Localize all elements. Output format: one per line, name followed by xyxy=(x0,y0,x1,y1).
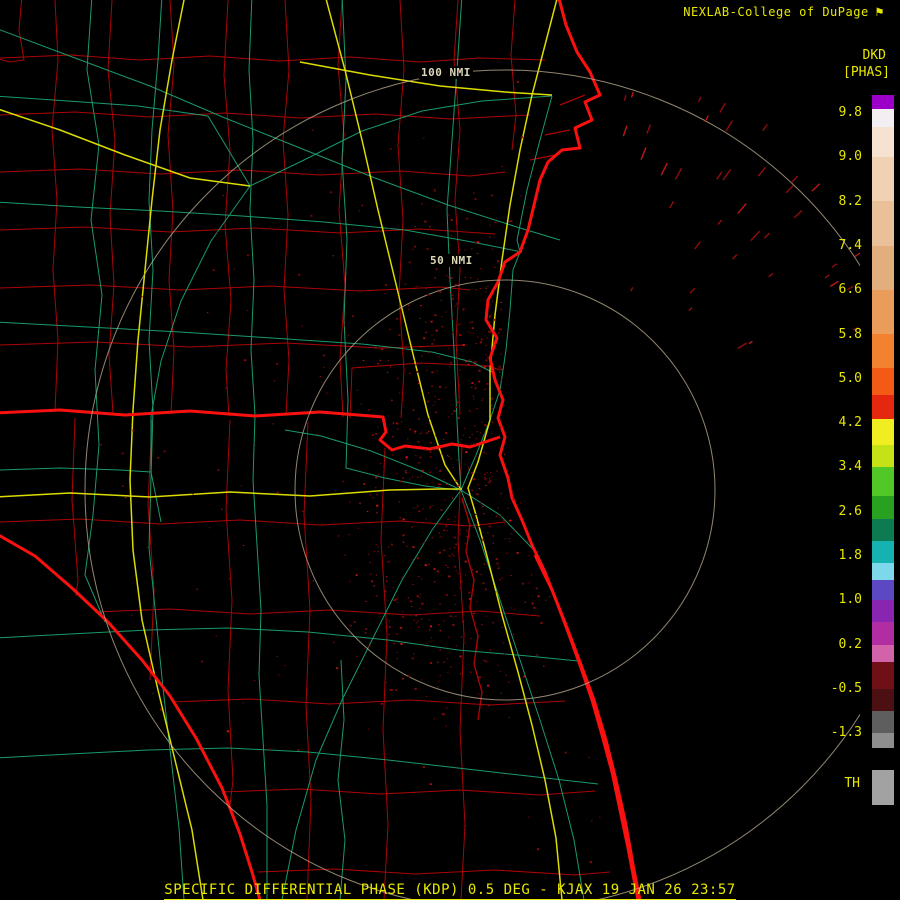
colorbar-segment xyxy=(872,711,894,733)
colorbar-segment xyxy=(872,645,894,662)
cod-logo-icon: ⚑ xyxy=(875,4,884,20)
colorbar-segment xyxy=(872,109,894,127)
colorbar-segment xyxy=(872,445,894,467)
brand-text: NEXLAB-College of DuPage xyxy=(683,5,869,19)
colorbar-segment xyxy=(872,246,894,290)
colorbar-segment xyxy=(872,541,894,563)
colorbar-segment xyxy=(872,395,894,419)
range-ring-label-100: 100 NMI xyxy=(419,66,473,79)
colorbar-segments xyxy=(872,95,894,805)
colorbar-segment xyxy=(872,600,894,622)
radar-map xyxy=(0,0,900,900)
colorbar-segment xyxy=(872,563,894,580)
county-boundaries xyxy=(0,0,610,900)
range-ring-label-50: 50 NMI xyxy=(428,254,475,267)
gulf-coastline xyxy=(0,533,260,900)
colorbar xyxy=(872,95,894,805)
product-caption-text: SPECIFIC DIFFERENTIAL PHASE (KDP) 0.5 DE… xyxy=(164,882,736,900)
colorbar-tick-label: 9.0 xyxy=(838,149,862,165)
colorbar-tick-label: 1.8 xyxy=(838,548,862,563)
colorbar-segment xyxy=(872,770,894,805)
colorbar-segment xyxy=(872,290,894,334)
colorbar-segment xyxy=(872,519,894,541)
colorbar-segment xyxy=(872,157,894,201)
colorbar-segment xyxy=(872,580,894,600)
colorbar-segment xyxy=(872,127,894,157)
colorbar-tick-label: 3.4 xyxy=(838,459,862,475)
colorbar-tick-label: -1.3 xyxy=(830,725,862,741)
colorbar-segment xyxy=(872,733,894,748)
colorbar-tick-label: 8.2 xyxy=(838,193,862,209)
state-border-and-coastline xyxy=(0,0,640,900)
colorbar-segment xyxy=(872,622,894,645)
product-code-label: DKD xyxy=(862,48,886,63)
colorbar-tick-label: 7.4 xyxy=(838,237,862,253)
header: NEXLAB-College of DuPage ⚑ xyxy=(683,5,884,19)
radar-viewer: 50 NMI 100 NMI NEXLAB-College of DuPage … xyxy=(0,0,900,900)
colorbar-tick-label: 5.8 xyxy=(838,326,862,342)
colorbar-segment xyxy=(872,662,894,689)
atlantic-coastline xyxy=(486,0,638,900)
product-caption: SPECIFIC DIFFERENTIAL PHASE (KDP) 0.5 DE… xyxy=(0,882,900,900)
colorbar-segment xyxy=(872,368,894,395)
colorbar-tick-label: 6.6 xyxy=(838,282,862,298)
colorbar-segment xyxy=(872,496,894,519)
colorbar-segment xyxy=(872,689,894,711)
colorbar-segment xyxy=(872,467,894,496)
colorbar-segment xyxy=(872,334,894,368)
colorbar-segment xyxy=(872,419,894,445)
barrier-island xyxy=(535,555,640,900)
colorbar-tick-label: -0.5 xyxy=(830,680,862,696)
interference-spikes xyxy=(623,92,865,348)
colorbar-segment xyxy=(872,201,894,246)
colorbar-tick-label: 4.2 xyxy=(838,415,862,431)
colorbar-segment xyxy=(872,748,894,770)
threshold-label: TH xyxy=(844,776,860,791)
colorbar-tick-label: 5.0 xyxy=(838,370,862,386)
units-label: [PHAS] xyxy=(843,65,890,80)
colorbar-tick-label: 0.2 xyxy=(838,636,862,652)
colorbar-tick-label: 2.6 xyxy=(838,503,862,519)
colorbar-tick-label: 9.8 xyxy=(838,105,862,120)
colorbar-tick-label: 1.0 xyxy=(838,592,862,608)
colorbar-segment xyxy=(872,95,894,109)
